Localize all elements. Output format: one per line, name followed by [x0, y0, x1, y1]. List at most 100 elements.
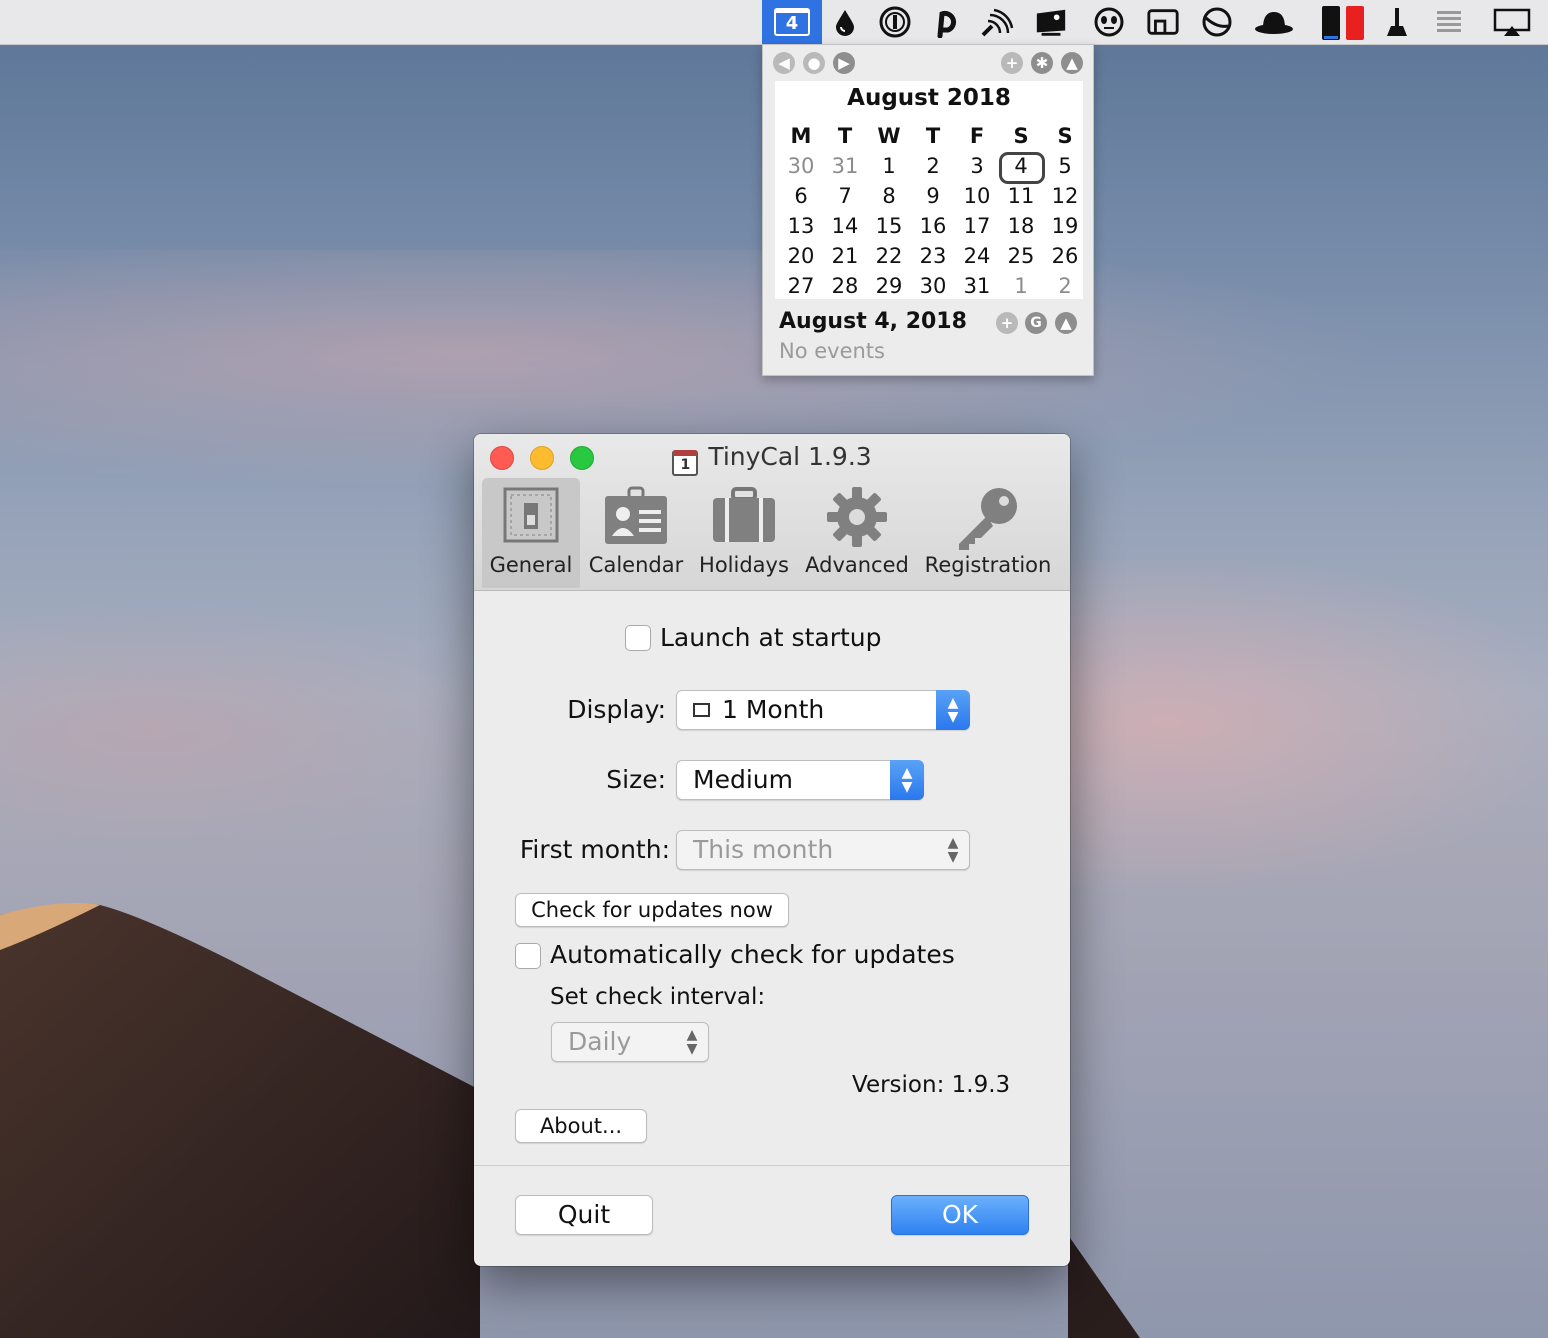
calendar-day[interactable]: 26	[1043, 241, 1087, 271]
check-interval-value: Daily	[568, 1027, 632, 1056]
add-event-icon[interactable]: +	[996, 312, 1018, 334]
calendar-day[interactable]: 9	[911, 181, 955, 211]
ok-button[interactable]: OK	[891, 1195, 1029, 1235]
calendar-day[interactable]: 15	[867, 211, 911, 241]
gear-icon[interactable]: ✱	[1031, 52, 1053, 74]
weekday-header: F	[969, 124, 985, 148]
airplay-icon[interactable]	[1490, 6, 1534, 38]
about-button[interactable]: About...	[515, 1109, 647, 1143]
quit-button[interactable]: Quit	[515, 1195, 653, 1235]
drop-icon[interactable]	[828, 6, 862, 38]
feed-icon[interactable]	[980, 6, 1014, 38]
calendar-day[interactable]: 23	[911, 241, 955, 271]
calendar-day[interactable]: 18	[999, 211, 1043, 241]
alien-icon[interactable]	[1092, 6, 1126, 38]
tab-advanced[interactable]: Advanced	[802, 478, 912, 588]
tab-label: Registration	[924, 553, 1052, 577]
weekday-header: W	[877, 124, 901, 148]
hat-icon[interactable]	[1252, 6, 1296, 38]
auto-check-updates-checkbox[interactable]	[515, 943, 541, 969]
calendar-day[interactable]: 3	[955, 151, 999, 181]
size-select[interactable]: Medium ▲ ▼	[676, 760, 924, 800]
calendar-day[interactable]: 8	[867, 181, 911, 211]
tab-general[interactable]: General	[482, 478, 580, 588]
window-title: 1 TinyCal 1.9.3	[474, 442, 1070, 476]
tab-holidays[interactable]: Holidays	[696, 478, 792, 588]
chevron-updown-icon: ▲ ▼	[686, 1027, 698, 1057]
calendar-day[interactable]: 2	[911, 151, 955, 181]
calendar-day[interactable]: 7	[823, 181, 867, 211]
tab-label: Advanced	[805, 553, 909, 577]
calendar-day[interactable]: 2	[1043, 271, 1087, 301]
google-icon[interactable]: G	[1025, 312, 1047, 334]
tab-label: General	[489, 553, 573, 577]
calendar-day[interactable]: 17	[955, 211, 999, 241]
calendar-day[interactable]: 25	[999, 241, 1043, 271]
launch-at-startup-checkbox[interactable]	[625, 625, 651, 651]
add-event-icon[interactable]: +	[1001, 52, 1023, 74]
calendar-day[interactable]: 6	[779, 181, 823, 211]
calendar-day-today[interactable]: 4	[999, 151, 1045, 184]
divider	[474, 1165, 1070, 1166]
tab-registration[interactable]: Registration	[922, 478, 1054, 588]
calendar-day[interactable]: 5	[1043, 151, 1087, 181]
calendar-day[interactable]: 1	[999, 271, 1043, 301]
tinycal-menubar-button[interactable]: 4	[762, 0, 822, 44]
unit-icon[interactable]	[1200, 6, 1234, 38]
events-status: No events	[779, 339, 885, 363]
calendar-day[interactable]: 12	[1043, 181, 1087, 211]
calendar-day[interactable]: 27	[779, 271, 823, 301]
check-updates-button[interactable]: Check for updates now	[515, 893, 789, 927]
check-interval-select[interactable]: Daily ▲ ▼	[551, 1022, 709, 1062]
calendar-day[interactable]: 19	[1043, 211, 1087, 241]
window-toolbar: 1 TinyCal 1.9.3 General Calendar Holiday…	[474, 434, 1070, 591]
calendar-day[interactable]: 31	[823, 151, 867, 181]
previous-month-button[interactable]: ◀	[773, 52, 795, 74]
onepassword-icon[interactable]	[878, 6, 912, 38]
calendar-day[interactable]: 16	[911, 211, 955, 241]
check-interval-label: Set check interval:	[550, 984, 766, 1010]
chevron-updown-icon: ▲ ▼	[890, 760, 924, 800]
cleaner-icon[interactable]	[1380, 6, 1414, 38]
display-select[interactable]: 1 Month ▲ ▼	[676, 690, 970, 730]
size-select-value: Medium	[693, 765, 793, 794]
gear-icon	[827, 487, 887, 547]
switch-icon	[503, 487, 559, 543]
calendar-day[interactable]: 21	[823, 241, 867, 271]
calendar-day[interactable]: 10	[955, 181, 999, 211]
next-month-button[interactable]: ▶	[833, 52, 855, 74]
calendar-day[interactable]: 14	[823, 211, 867, 241]
tab-calendar[interactable]: Calendar	[586, 478, 686, 588]
calendar-day[interactable]: 24	[955, 241, 999, 271]
selected-date: August 4, 2018	[779, 309, 967, 334]
battery-icon[interactable]	[1316, 6, 1370, 40]
key-icon	[959, 488, 1017, 550]
calendar-day[interactable]: 30	[779, 151, 823, 181]
calendar-day[interactable]: 28	[823, 271, 867, 301]
launch-at-startup-label: Launch at startup	[660, 623, 882, 652]
share-icon[interactable]: ▲	[1061, 52, 1083, 74]
calendar-day[interactable]: 1	[867, 151, 911, 181]
display-select-value: 1 Month	[722, 695, 825, 724]
chevron-updown-icon: ▲ ▼	[936, 690, 970, 730]
first-month-label: First month:	[519, 835, 670, 864]
window-title-text: TinyCal 1.9.3	[708, 442, 872, 471]
today-button[interactable]: ●	[803, 52, 825, 74]
calendar-day[interactable]: 31	[955, 271, 999, 301]
share-icon[interactable]: ▲	[1055, 312, 1077, 334]
calendar-day[interactable]: 11	[999, 181, 1043, 211]
weekday-header: T	[837, 124, 853, 148]
display-icon[interactable]	[1034, 6, 1068, 38]
calendar-day[interactable]: 20	[779, 241, 823, 271]
pasta-icon[interactable]	[930, 6, 964, 38]
single-month-icon	[693, 703, 710, 717]
calendar-day[interactable]: 29	[867, 271, 911, 301]
calendar-day[interactable]: 30	[911, 271, 955, 301]
first-month-select[interactable]: This month ▲ ▼	[676, 830, 970, 870]
version-text: Version: 1.9.3	[852, 1072, 1011, 1098]
tab-label: Calendar	[588, 553, 684, 577]
list-icon[interactable]	[1432, 6, 1466, 38]
calendar-day[interactable]: 22	[867, 241, 911, 271]
calendar-day[interactable]: 13	[779, 211, 823, 241]
screen-icon[interactable]	[1146, 6, 1180, 38]
